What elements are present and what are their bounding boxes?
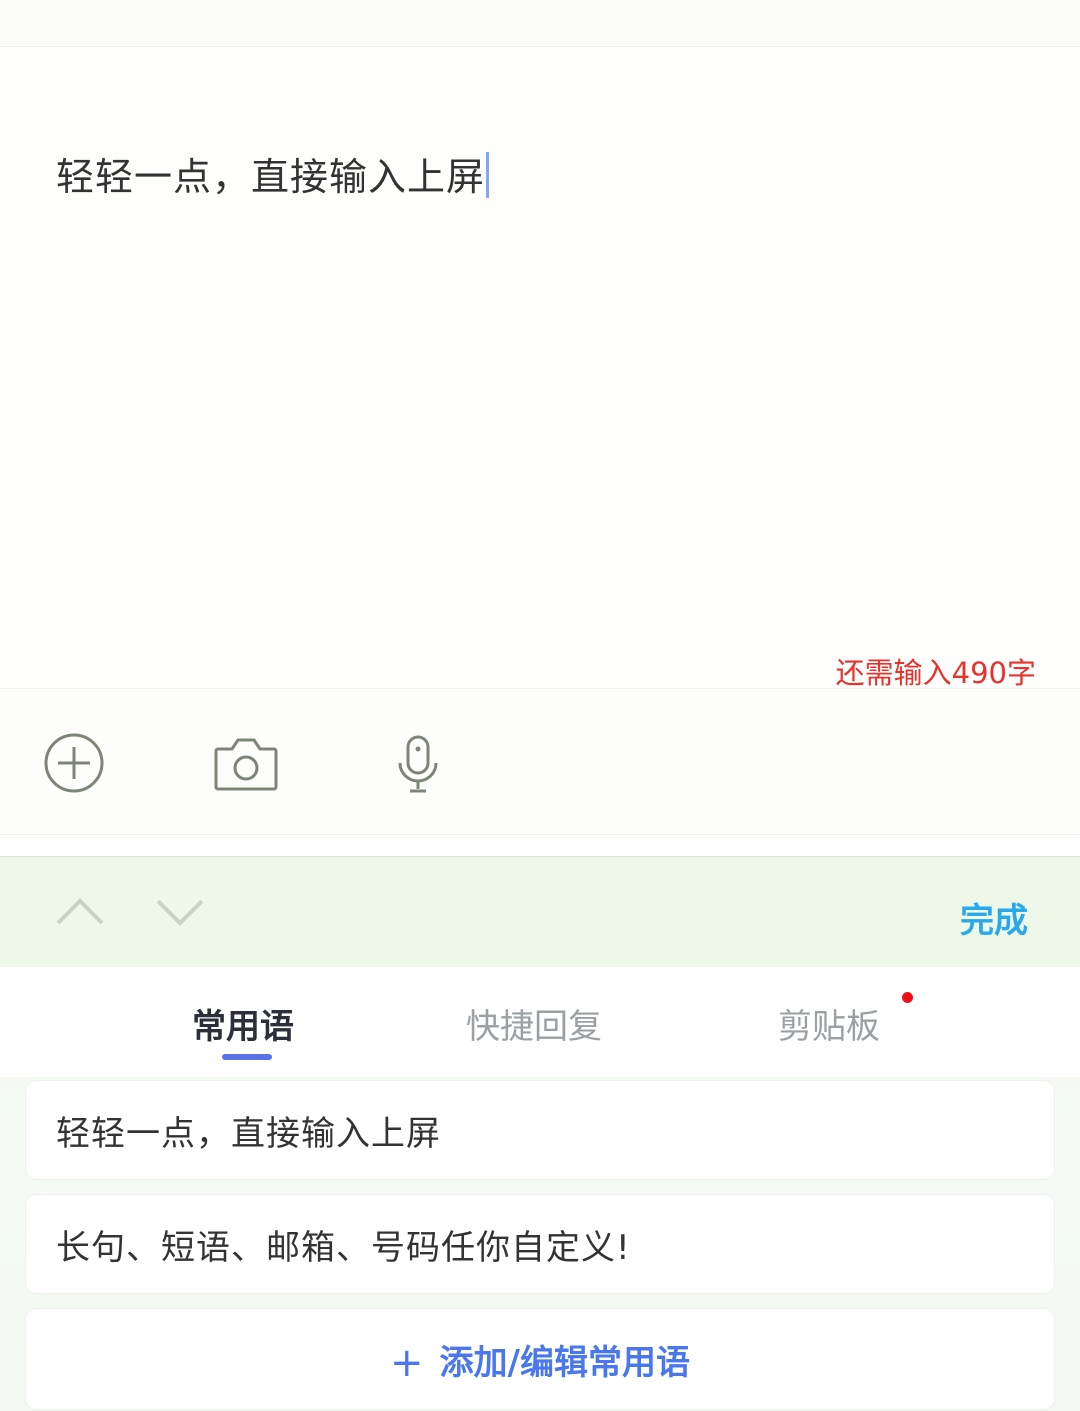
done-button[interactable]: 完成 bbox=[960, 893, 1028, 942]
tab-clipboard[interactable]: 剪贴板 bbox=[778, 999, 880, 1048]
tab-common-phrases[interactable]: 常用语 bbox=[192, 999, 294, 1048]
text-caret bbox=[486, 152, 490, 198]
keyboard-toolbar: 完成 bbox=[0, 857, 1080, 967]
chevron-down-icon[interactable] bbox=[154, 893, 206, 933]
remaining-char-count: 还需输入490字 bbox=[835, 656, 1036, 690]
phrase-item[interactable]: 长句、短语、邮箱、号码任你自定义! bbox=[26, 1195, 1054, 1293]
add-edit-phrases-button[interactable]: + 添加/编辑常用语 bbox=[26, 1309, 1054, 1409]
attachment-toolbar bbox=[0, 688, 1080, 835]
keyboard-panel: 完成 常用语 快捷回复 剪贴板 轻轻一点，直接输入上屏 长句、短语、邮箱、号码任… bbox=[0, 856, 1080, 1411]
top-strip bbox=[0, 0, 1080, 47]
add-edit-content: + 添加/编辑常用语 bbox=[26, 1335, 1054, 1386]
tab-quick-reply[interactable]: 快捷回复 bbox=[466, 999, 602, 1048]
add-edit-label: 添加/编辑常用语 bbox=[439, 1343, 690, 1383]
chevron-up-icon[interactable] bbox=[54, 893, 106, 933]
phrase-text: 长句、短语、邮箱、号码任你自定义! bbox=[56, 1228, 631, 1268]
text-editor[interactable]: 轻轻一点，直接输入上屏 还需输入490字 bbox=[0, 47, 1080, 690]
active-tab-indicator bbox=[222, 1054, 272, 1060]
phrase-text: 轻轻一点，直接输入上屏 bbox=[56, 1114, 441, 1154]
plus-circle-icon[interactable] bbox=[44, 733, 104, 797]
notification-badge bbox=[902, 992, 913, 1003]
camera-icon[interactable] bbox=[214, 735, 278, 797]
plus-icon: + bbox=[390, 1340, 424, 1386]
phrase-item[interactable]: 轻轻一点，直接输入上屏 bbox=[26, 1081, 1054, 1179]
editor-text: 轻轻一点，直接输入上屏 bbox=[56, 155, 486, 199]
phrase-tabs: 常用语 快捷回复 剪贴板 bbox=[0, 967, 1080, 1077]
microphone-icon[interactable] bbox=[396, 733, 440, 799]
editor-content[interactable]: 轻轻一点，直接输入上屏 bbox=[56, 151, 490, 203]
